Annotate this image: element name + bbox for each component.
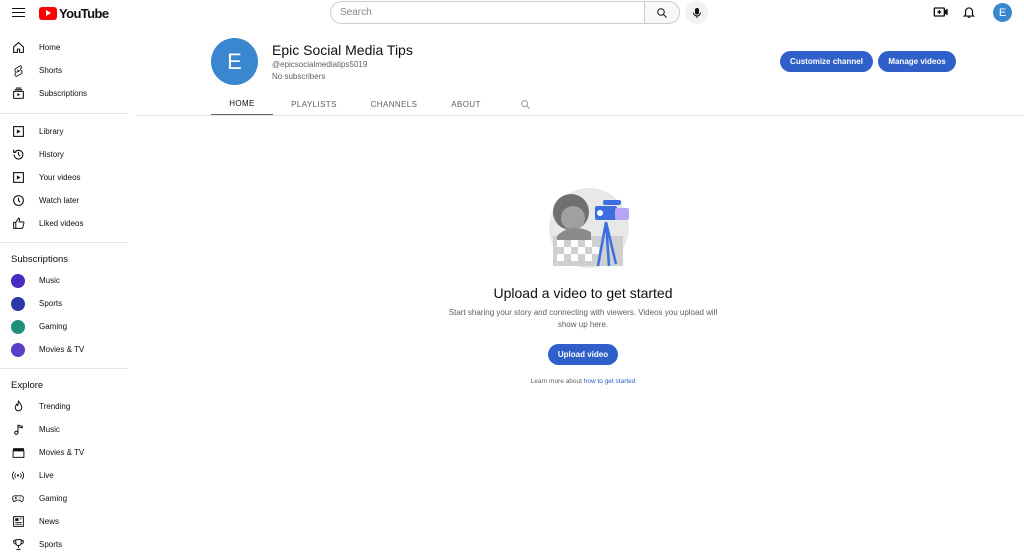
sidebar-item-explore-music[interactable]: Music [0,418,128,441]
notifications-bell-icon[interactable] [962,3,976,21]
tab-channels[interactable]: CHANNELS [363,92,425,116]
search-input[interactable] [330,1,644,24]
sidebar-item-sub-gaming[interactable]: Gaming [0,315,128,338]
sidebar-item-label: Music [39,425,60,434]
gamepad-icon [11,492,25,506]
search-bar [330,1,680,24]
search-button[interactable] [644,1,680,24]
learn-more-prefix: Learn more about [530,378,584,385]
sidebar-divider [0,368,128,369]
account-avatar[interactable]: E [993,3,1012,22]
tab-playlists[interactable]: PLAYLISTS [283,92,345,116]
sidebar-item-shorts[interactable]: Shorts [0,59,128,82]
learn-more-link[interactable]: how to get started [584,378,636,385]
shorts-icon [11,64,25,78]
subscriptions-icon [11,87,25,101]
sidebar-item-library[interactable]: Library [0,120,128,143]
empty-state-description: Start sharing your story and connecting … [448,308,718,329]
clapperboard-icon [11,446,25,460]
youtube-logo[interactable]: YouTube [39,5,109,21]
gaming-channel-icon [11,319,25,334]
thumbs-up-icon [11,217,25,231]
manage-videos-button[interactable]: Manage videos [878,51,956,72]
sidebar-item-label: Sports [39,299,63,308]
sidebar-item-live[interactable]: Live [0,464,128,487]
channel-name: Epic Social Media Tips [272,42,413,58]
channel-search-button[interactable] [515,92,535,116]
history-icon [11,148,25,162]
home-icon [11,41,25,55]
sidebar-item-label: Sports [39,540,63,549]
hamburger-menu-icon[interactable] [10,5,28,21]
logo-text: YouTube [59,5,109,21]
sidebar-item-home[interactable]: Home [0,36,128,59]
your-videos-icon [11,171,25,185]
subscriptions-heading: Subscriptions [11,254,69,265]
sidebar-item-label: Library [39,127,64,136]
subscriber-count: No subscribers [272,72,326,81]
explore-heading: Explore [11,380,44,391]
sidebar-item-label: Movies & TV [39,448,85,457]
sidebar-item-explore-movies-tv[interactable]: Movies & TV [0,441,128,464]
sidebar-item-label: History [39,150,64,159]
sidebar-item-sub-music[interactable]: Music [0,269,128,292]
sidebar-item-explore-gaming[interactable]: Gaming [0,487,128,510]
trophy-icon [11,538,25,552]
sidebar-item-label: Home [39,43,61,52]
sidebar-item-label: Music [39,276,60,285]
sidebar-item-history[interactable]: History [0,143,128,166]
tab-about[interactable]: ABOUT [441,92,491,116]
microphone-icon [692,7,701,18]
sidebar-item-news[interactable]: News [0,510,128,533]
sidebar-item-liked-videos[interactable]: Liked videos [0,212,128,235]
sidebar-item-label: Watch later [39,196,80,205]
learn-more-text: Learn more about how to get started [483,378,683,385]
channel-avatar: E [211,38,258,85]
sidebar-item-watch-later[interactable]: Watch later [0,189,128,212]
sidebar: Home Shorts Subscriptions Library Histor… [0,33,128,554]
search-icon [657,7,667,18]
empty-state-title: Upload a video to get started [493,285,673,301]
sidebar-divider [0,113,128,114]
sidebar-item-label: Gaming [39,322,68,331]
sidebar-item-label: Shorts [39,66,63,75]
channel-handle: @epicsocialmediatips5019 [272,60,368,69]
customize-channel-button[interactable]: Customize channel [780,51,873,72]
sidebar-item-explore-sports[interactable]: Sports [0,533,128,554]
sports-channel-icon [11,296,25,311]
create-video-icon[interactable] [933,3,949,21]
sidebar-item-label: Gaming [39,494,68,503]
sidebar-item-sub-movies-tv[interactable]: Movies & TV [0,338,128,361]
live-icon [11,469,25,483]
movies-tv-channel-icon [11,342,25,357]
tab-home[interactable]: HOME [211,92,273,116]
upload-video-button[interactable]: Upload video [548,344,618,365]
trending-icon [11,400,25,414]
top-bar: YouTube E [0,0,1024,27]
sidebar-item-label: Liked videos [39,219,84,228]
tabs-divider [136,115,1024,116]
sidebar-item-your-videos[interactable]: Your videos [0,166,128,189]
sidebar-item-label: Trending [39,402,71,411]
music-channel-icon [11,273,25,288]
sidebar-item-sub-sports[interactable]: Sports [0,292,128,315]
sidebar-item-trending[interactable]: Trending [0,395,128,418]
upload-illustration [549,188,629,268]
sidebar-item-label: Subscriptions [39,89,88,98]
search-icon [520,99,530,109]
library-icon [11,125,25,139]
sidebar-item-label: Live [39,471,54,480]
youtube-play-icon [39,6,57,20]
watch-later-icon [11,194,25,208]
voice-search-button[interactable] [685,1,708,24]
sidebar-divider [0,242,128,243]
sidebar-item-label: Movies & TV [39,345,85,354]
sidebar-item-label: Your videos [39,173,81,182]
news-icon [11,515,25,529]
music-note-icon [11,423,25,437]
sidebar-item-subscriptions[interactable]: Subscriptions [0,82,128,105]
sidebar-item-label: News [39,517,60,526]
